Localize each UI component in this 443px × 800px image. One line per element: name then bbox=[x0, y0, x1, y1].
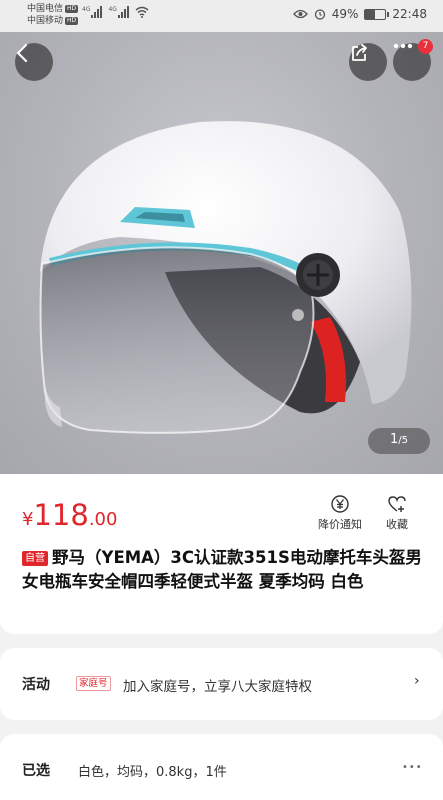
carrier-2: 中国移动 bbox=[27, 16, 64, 26]
heart-plus-icon bbox=[388, 496, 406, 512]
self-operated-tag: 自营 bbox=[22, 551, 48, 566]
eye-icon bbox=[292, 9, 308, 19]
status-bar: 中国电信 HD 中国移动 HD 4G 4G 49% 22:48 bbox=[0, 0, 443, 32]
wifi-icon bbox=[135, 6, 149, 18]
price: ¥118.00 bbox=[22, 498, 117, 532]
chevron-right-icon[interactable]: › bbox=[414, 673, 420, 689]
favorite-button[interactable]: 收藏 bbox=[386, 494, 408, 532]
activity-row[interactable]: 活动 家庭号 加入家庭号，立享八大家庭特权 › bbox=[0, 648, 443, 720]
family-tag: 家庭号 bbox=[76, 676, 111, 691]
activity-label: 活动 bbox=[22, 677, 50, 693]
pager-current: 1 bbox=[389, 432, 399, 447]
product-info-card: ¥118.00 降价通知 收藏 自营 野马（YEMA）3C认证款351S电动摩托车… bbox=[0, 474, 443, 634]
more-menu-button[interactable]: 7 bbox=[393, 39, 433, 81]
price-drop-notify-label: 降价通知 bbox=[318, 518, 362, 531]
selected-spec-row[interactable]: 已选 白色，均码，0.8kg，1件 ••• bbox=[0, 734, 443, 800]
more-dots-icon bbox=[393, 43, 413, 49]
gallery-pager: 1 /5 bbox=[368, 428, 430, 454]
product-title-block: 自营 野马（YEMA）3C认证款351S电动摩托车头盔男女电瓶车安全帽四季轻便式半… bbox=[22, 546, 426, 594]
status-right: 49% 22:48 bbox=[292, 7, 427, 21]
clock: 22:48 bbox=[392, 7, 427, 21]
product-title: 野马（YEMA）3C认证款351S电动摩托车头盔男女电瓶车安全帽四季轻便式半盔 … bbox=[22, 548, 422, 591]
price-drop-notify-button[interactable]: 降价通知 bbox=[318, 494, 362, 532]
helmet-image bbox=[39, 121, 412, 434]
carrier-info: 中国电信 HD 中国移动 HD bbox=[27, 3, 79, 27]
share-icon bbox=[352, 44, 367, 61]
yen-bell-icon bbox=[331, 495, 349, 513]
pager-total: /5 bbox=[398, 435, 408, 446]
price-decimal: .00 bbox=[88, 509, 118, 530]
hd-badge: HD bbox=[65, 17, 79, 25]
favorite-label: 收藏 bbox=[386, 518, 408, 531]
more-options-icon[interactable]: ••• bbox=[402, 762, 423, 773]
selected-spec-text: 白色，均码，0.8kg，1件 bbox=[78, 765, 227, 780]
price-symbol: ¥ bbox=[22, 509, 34, 530]
battery-percent: 49% bbox=[331, 7, 359, 21]
notification-badge: 7 bbox=[418, 39, 433, 54]
back-button[interactable] bbox=[15, 43, 53, 81]
hd-badge: HD bbox=[65, 5, 79, 13]
price-integer: 118 bbox=[33, 498, 89, 532]
signal-icons: 4G 4G bbox=[82, 6, 149, 18]
product-gallery[interactable]: 7 1 /5 bbox=[0, 32, 443, 474]
chevron-left-icon bbox=[16, 43, 28, 63]
battery-icon bbox=[364, 8, 390, 20]
carrier-1: 中国电信 bbox=[27, 4, 64, 14]
signal-icon: 4G bbox=[108, 6, 129, 18]
selected-label: 已选 bbox=[22, 763, 50, 779]
signal-icon: 4G bbox=[82, 6, 103, 18]
alarm-icon bbox=[314, 9, 325, 20]
share-button[interactable] bbox=[349, 43, 387, 81]
activity-text: 加入家庭号，立享八大家庭特权 bbox=[123, 679, 312, 695]
